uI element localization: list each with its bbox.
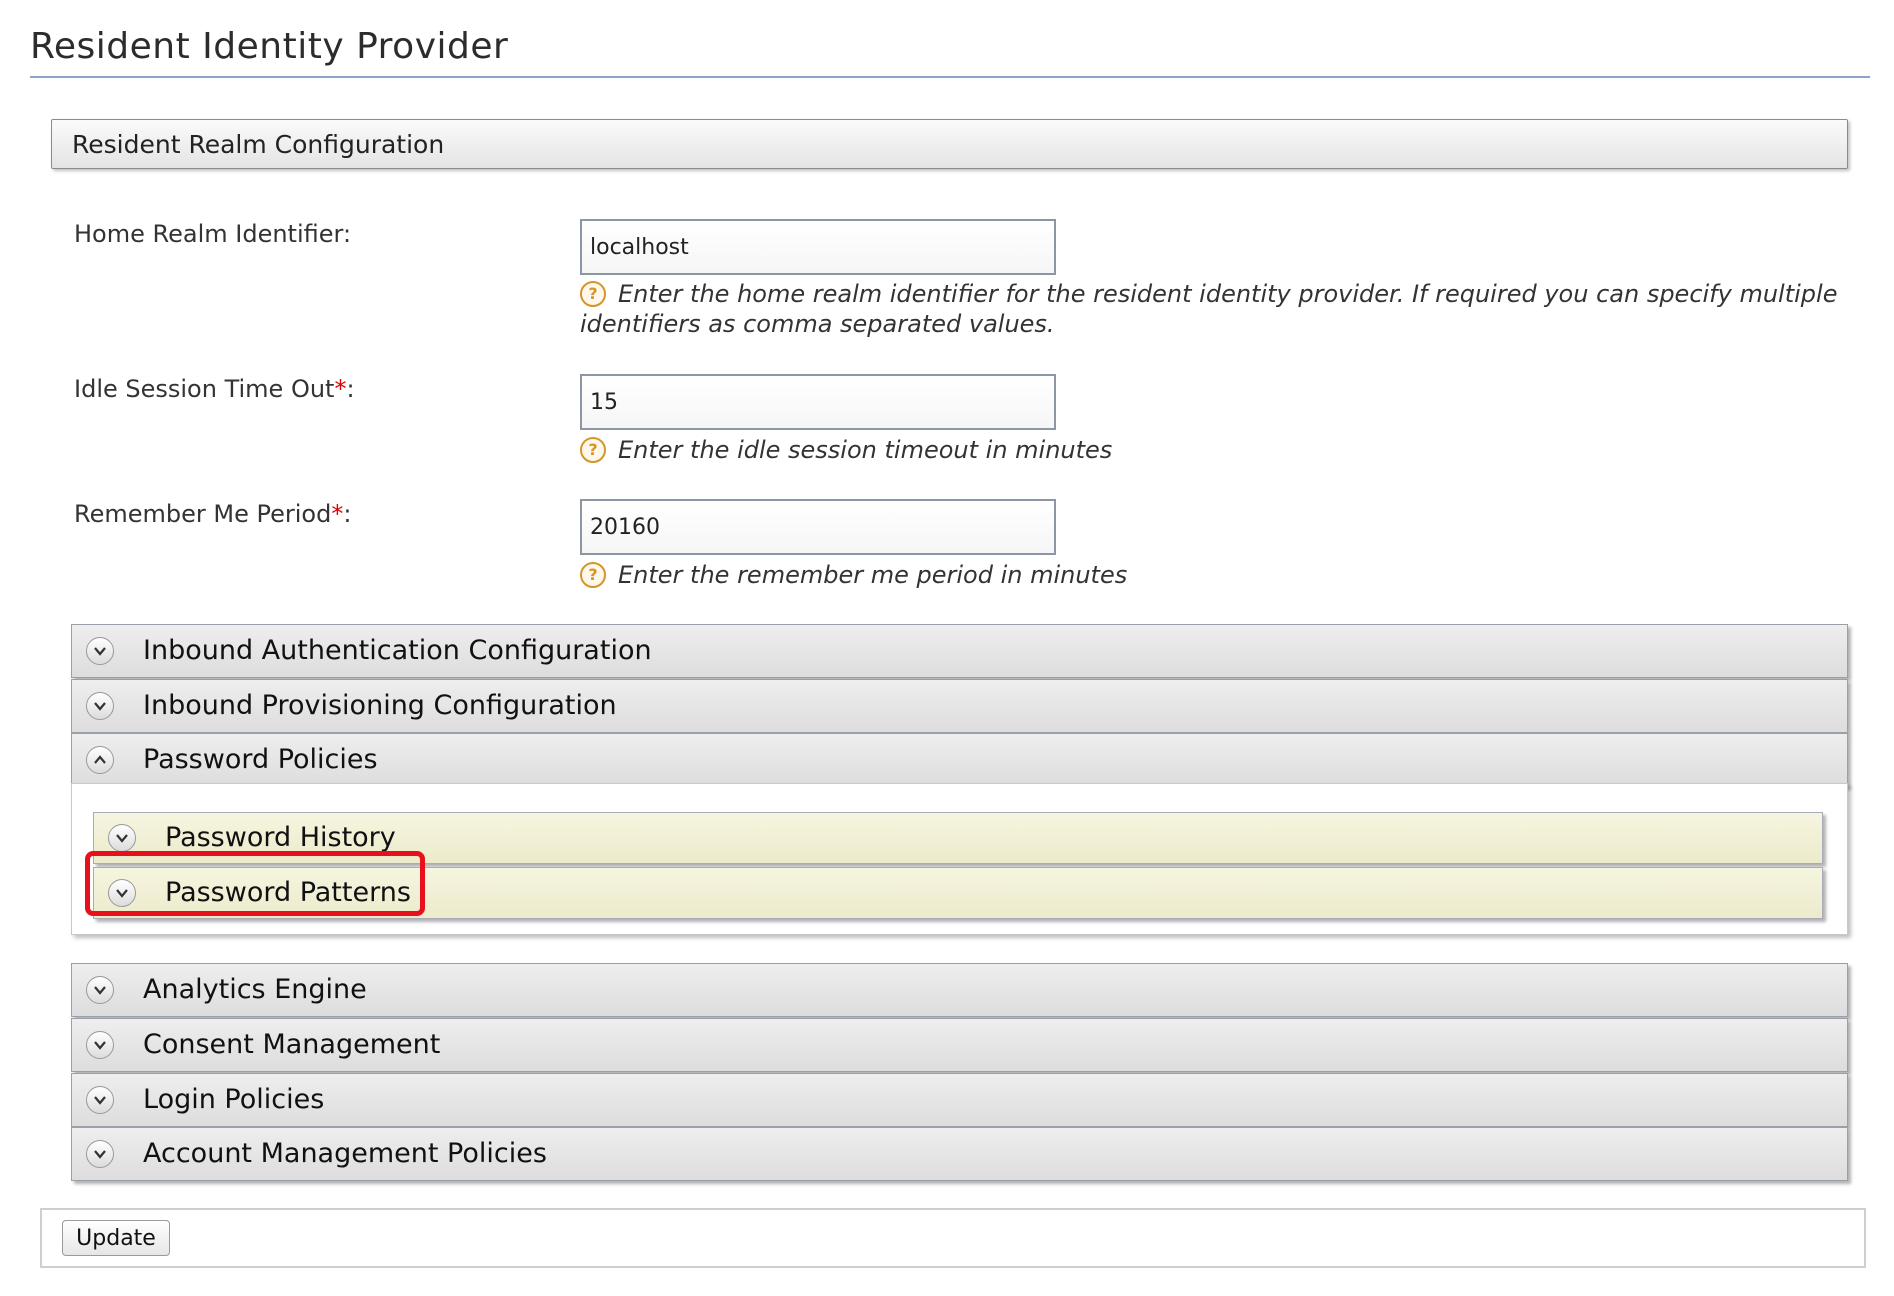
idle-session-timeout-input[interactable] (580, 374, 1056, 430)
chevron-down-icon[interactable] (86, 637, 114, 665)
required-mark: * (331, 500, 344, 528)
section-inbound-provisioning-configuration[interactable]: Inbound Provisioning Configuration (71, 679, 1848, 733)
remember-me-period-label-text: Remember Me Period (74, 500, 332, 528)
idle-session-timeout-label: Idle Session Time Out*: (74, 375, 355, 403)
home-realm-identifier-help: ? Enter the home realm identifier for the… (580, 279, 1837, 309)
help-icon: ? (580, 437, 606, 463)
home-realm-identifier-input[interactable] (580, 219, 1056, 275)
section-consent-management[interactable]: Consent Management (71, 1018, 1848, 1072)
label-colon: : (346, 375, 355, 403)
home-realm-identifier-label: Home Realm Identifier: (74, 220, 352, 248)
section-label: Login Policies (143, 1084, 325, 1115)
help-icon: ? (580, 562, 606, 588)
section-label: Password Policies (143, 744, 378, 775)
chevron-down-icon[interactable] (108, 824, 136, 852)
chevron-down-icon[interactable] (86, 1140, 114, 1168)
section-inbound-authentication-configuration[interactable]: Inbound Authentication Configuration (71, 624, 1848, 678)
section-analytics-engine[interactable]: Analytics Engine (71, 963, 1848, 1017)
resident-realm-configuration-header[interactable]: Resident Realm Configuration (51, 119, 1848, 169)
section-label: Analytics Engine (143, 974, 367, 1005)
section-login-policies[interactable]: Login Policies (71, 1073, 1848, 1127)
section-label: Account Management Policies (143, 1138, 547, 1169)
help-icon: ? (580, 281, 606, 307)
title-divider (30, 76, 1870, 78)
chevron-down-icon[interactable] (86, 692, 114, 720)
section-label: Inbound Authentication Configuration (143, 635, 652, 666)
home-realm-help-text-line2: identifiers as comma separated values. (580, 310, 1055, 338)
chevron-down-icon[interactable] (86, 1086, 114, 1114)
chevron-up-icon[interactable] (86, 746, 114, 774)
idle-session-timeout-label-text: Idle Session Time Out (74, 375, 335, 403)
remember-me-help-text: Enter the remember me period in minutes (618, 561, 1128, 589)
remember-me-period-input[interactable] (580, 499, 1056, 555)
footer-bar (40, 1208, 1866, 1268)
chevron-down-icon[interactable] (86, 1031, 114, 1059)
section-label: Inbound Provisioning Configuration (143, 690, 617, 721)
idle-session-help-text: Enter the idle session timeout in minute… (618, 436, 1113, 464)
highlight-box (85, 851, 425, 916)
idle-session-timeout-help: ? Enter the idle session timeout in minut… (580, 435, 1112, 465)
section-label: Consent Management (143, 1029, 441, 1060)
section-account-management-policies[interactable]: Account Management Policies (71, 1127, 1848, 1181)
page-title: Resident Identity Provider (30, 26, 509, 67)
section-password-policies[interactable]: Password Policies (71, 733, 1848, 787)
update-button[interactable]: Update (62, 1220, 170, 1256)
remember-me-period-label: Remember Me Period*: (74, 500, 351, 528)
remember-me-period-help: ? Enter the remember me period in minutes (580, 560, 1127, 590)
required-mark: * (334, 375, 347, 403)
home-realm-help-text-line1: Enter the home realm identifier for the … (618, 280, 1838, 308)
chevron-down-icon[interactable] (86, 976, 114, 1004)
label-colon: : (343, 500, 352, 528)
